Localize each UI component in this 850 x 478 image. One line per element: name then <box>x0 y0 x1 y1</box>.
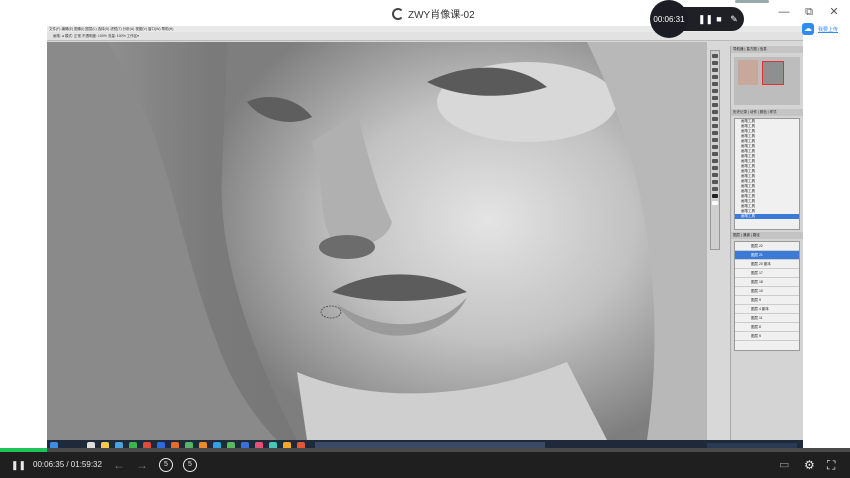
player-controls: ❚❚ 00:06:35 / 01:59:32 ← → 5 5 ▭ ⚙ ⛶ <box>0 452 850 478</box>
skip-forward-button[interactable]: 5 <box>183 458 197 472</box>
prev-arrow-icon[interactable]: ← <box>113 458 125 472</box>
history-tabs[interactable]: 历史记录 | 动作 | 颜色 | 样式 <box>731 109 803 116</box>
layer-row[interactable]: 图层 22 <box>735 242 799 251</box>
close-button[interactable]: ✕ <box>826 5 842 19</box>
eyedropper-tool-icon[interactable] <box>712 89 718 93</box>
upload-label: 我要上传 <box>818 26 839 33</box>
ps-toolbox <box>710 50 720 250</box>
portrait-painting <box>47 42 707 440</box>
restore-button[interactable]: ⧉ <box>801 5 817 19</box>
layer-row[interactable]: 图层 4 副本 <box>735 305 799 314</box>
history-brush-tool-icon[interactable] <box>712 117 718 121</box>
hand-tool-icon[interactable] <box>712 180 718 184</box>
layer-row[interactable]: 图层 18 <box>735 278 799 287</box>
reference-photo <box>738 60 758 85</box>
recorder-widget: 00:06:31 ❚❚ ■ ✎ <box>650 0 744 38</box>
foreground-color-icon[interactable] <box>712 194 718 198</box>
upload-button[interactable]: ☁ 我要上传 <box>802 22 850 36</box>
navigator-thumbnail[interactable] <box>734 57 800 105</box>
ps-options-bar: 画笔: ● 模式: 正常 不透明度: 100% 流量: 100% 工作区▾ <box>47 32 803 41</box>
loading-icon <box>392 7 404 20</box>
pen-tool-icon[interactable] <box>712 152 718 156</box>
time-display: 00:06:35 / 01:59:32 <box>33 460 102 469</box>
ps-panel-dock: 导航器 | 直方图 | 信息 历史记录 | 动作 | 颜色 | 样式 画笔工具画… <box>730 46 803 440</box>
dodge-tool-icon[interactable] <box>712 145 718 149</box>
crop-tool-icon[interactable] <box>712 82 718 86</box>
fullscreen-icon[interactable]: ⛶ <box>827 458 835 472</box>
title-group: ZWY肖像课-02 <box>392 6 475 21</box>
layer-row[interactable]: 图层 10 <box>735 287 799 296</box>
layers-list: 图层 22 图层 21 图层 20 副本 图层 17 图层 18 图层 10 图层 9 图层 … <box>734 241 800 351</box>
background-color-icon[interactable] <box>712 201 718 205</box>
eraser-tool-icon[interactable] <box>712 124 718 128</box>
recorder-handle[interactable] <box>735 0 769 3</box>
skip-back-button[interactable]: 5 <box>159 458 173 472</box>
recorder-pen-button[interactable]: ✎ <box>728 13 740 25</box>
layer-row[interactable]: 图层 21 <box>735 251 799 260</box>
wand-tool-icon[interactable] <box>712 75 718 79</box>
move-tool-icon[interactable] <box>712 54 718 58</box>
minimize-button[interactable]: — <box>776 5 792 19</box>
canvas-preview <box>762 61 784 85</box>
layer-row[interactable]: 图层 9 <box>735 296 799 305</box>
shape-tool-icon[interactable] <box>712 173 718 177</box>
layer-row[interactable]: 图层 8 <box>735 323 799 332</box>
cloud-upload-icon: ☁ <box>802 23 814 35</box>
layer-row[interactable]: 图层 5 <box>735 332 799 341</box>
layer-row[interactable]: 图层 20 副本 <box>735 260 799 269</box>
zoom-tool-icon[interactable] <box>712 187 718 191</box>
marquee-tool-icon[interactable] <box>712 61 718 65</box>
photoshop-window: 文件(F) 编辑(E) 图像(I) 图层(L) 选择(S) 滤镜(T) 分析(A… <box>47 26 803 452</box>
recorder-elapsed: 00:06:31 <box>650 0 688 38</box>
gradient-tool-icon[interactable] <box>712 131 718 135</box>
brush-tool-icon[interactable] <box>712 103 718 107</box>
settings-gear-icon[interactable]: ⚙ <box>804 458 815 472</box>
layer-row[interactable]: 图层 17 <box>735 269 799 278</box>
history-item[interactable]: 画笔工具 <box>735 214 799 219</box>
layers-tabs[interactable]: 图层 | 通道 | 路径 <box>731 232 803 239</box>
heal-tool-icon[interactable] <box>712 96 718 100</box>
layer-row[interactable]: 图层 11 <box>735 314 799 323</box>
pause-button[interactable]: ❚❚ <box>11 458 26 472</box>
lasso-tool-icon[interactable] <box>712 68 718 72</box>
text-tool-icon[interactable] <box>712 159 718 163</box>
recorder-stop-button[interactable]: ■ <box>713 13 725 25</box>
video-frame[interactable]: 文件(F) 编辑(E) 图像(I) 图层(L) 选择(S) 滤镜(T) 分析(A… <box>0 26 850 452</box>
path-tool-icon[interactable] <box>712 166 718 170</box>
stamp-tool-icon[interactable] <box>712 110 718 114</box>
recorder-pause-button[interactable]: ❚❚ <box>698 13 713 25</box>
window-title: ZWY肖像课-02 <box>408 10 475 21</box>
painting-canvas <box>47 42 707 440</box>
subtitle-icon[interactable]: ▭ <box>779 458 789 472</box>
blur-tool-icon[interactable] <box>712 138 718 142</box>
history-list: 画笔工具 画笔工具 画笔工具 画笔工具 画笔工具 画笔工具 画笔工具 画笔工具 画笔工具 画笔工具… <box>734 118 800 230</box>
next-arrow-icon[interactable]: → <box>136 458 148 472</box>
navigator-tabs[interactable]: 导航器 | 直方图 | 信息 <box>731 46 803 53</box>
